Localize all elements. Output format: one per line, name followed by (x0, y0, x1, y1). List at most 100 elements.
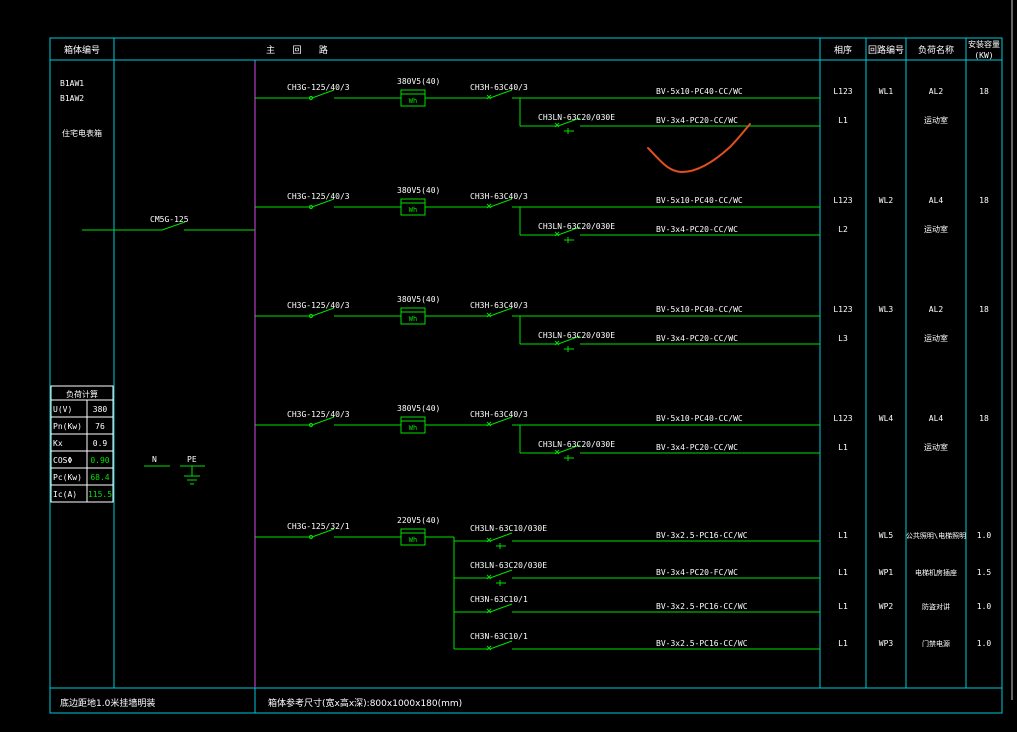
circuit-number: WP2 (879, 602, 894, 611)
sub-load-name: 运动室 (924, 224, 948, 234)
phase-label: L1 (838, 568, 848, 577)
watt-hour-meter-icon: Wh (409, 315, 417, 323)
sub-cable-label: BV-3x4-PC20-CC/WC (656, 334, 738, 343)
sub-load-name: 运动室 (924, 115, 948, 125)
incoming-breaker-label: CH3G-125/40/3 (287, 192, 350, 201)
sub-cable-label: BV-3x4-PC20-CC/WC (656, 116, 738, 125)
calc-label: Ic(A) (53, 490, 77, 499)
sub-cable-label: BV-3x4-PC20-CC/WC (656, 443, 738, 452)
box-type: 住宅电表箱 (62, 128, 102, 138)
branch-switch-label: CH3LN-63C20/030E (470, 561, 547, 570)
header-load-name: 负荷名称 (918, 44, 954, 56)
phase-label: L1 (838, 531, 848, 540)
pe-label: PE (187, 455, 197, 464)
watt-hour-meter-icon: Wh (409, 536, 417, 544)
main-cable-label: BV-5x10-PC40-CC/WC (656, 196, 743, 205)
sub-phase-label: L1 (838, 443, 848, 452)
meter-rating-label: 380V5(40) (397, 404, 440, 413)
calc-value: 76 (95, 422, 105, 431)
meter-rating-label: 380V5(40) (397, 295, 440, 304)
header-circuit-no: 回路编号 (868, 44, 904, 56)
load-name: AL2 (929, 87, 944, 96)
rcd-switch-label: CH3LN-63C20/030E (538, 331, 615, 340)
calc-value: 380 (93, 405, 108, 414)
sub-load-name: 运动室 (924, 442, 948, 452)
main-cable-label: BV-5x10-PC40-CC/WC (656, 414, 743, 423)
main-breaker-label: CM5G-125 (150, 215, 189, 224)
calc-table-title: 负荷计算 (66, 389, 98, 399)
branch-switch-label: CH3LN-63C10/030E (470, 524, 547, 533)
load-name: 公共照明\电梯照明 (906, 531, 966, 540)
header-phase: 相序 (834, 44, 852, 56)
load-name: AL4 (929, 196, 944, 205)
calc-value: 68.4 (90, 473, 109, 482)
sub-load-name: 运动室 (924, 333, 948, 343)
circuit-number: WL5 (879, 531, 894, 540)
branch-cable-label: BV-3x2.5-PC16-CC/WC (656, 531, 748, 540)
branch-cable-label: BV-3x2.5-PC16-CC/WC (656, 602, 748, 611)
branch-cable-label: BV-3x4-PC20-FC/WC (656, 568, 738, 577)
main-cable-label: BV-5x10-PC40-CC/WC (656, 305, 743, 314)
footer-install-note: 底边距地1.0米挂墙明装 (60, 697, 155, 709)
installed-capacity: 18 (979, 414, 989, 423)
load-name: 电梯机房插座 (915, 568, 957, 577)
main-switch-label: CH3H-63C40/3 (470, 301, 528, 310)
installed-capacity: 1.0 (977, 602, 992, 611)
load-name: 门禁电源 (922, 639, 950, 648)
incoming-breaker-label: CH3G-125/40/3 (287, 301, 350, 310)
phase-label: L1 (838, 602, 848, 611)
phase-label: L123 (833, 87, 852, 96)
installed-capacity: 18 (979, 87, 989, 96)
main-switch-label: CH3H-63C40/3 (470, 192, 528, 201)
calc-value: 0.9 (93, 439, 108, 448)
phase-label: L123 (833, 414, 852, 423)
phase-label: L1 (838, 639, 848, 648)
circuit-number: WL2 (879, 196, 894, 205)
calc-label: Kx (53, 439, 63, 448)
box-id-2: B1AW2 (60, 94, 84, 103)
rcd-switch-label: CH3LN-63C20/030E (538, 113, 615, 122)
neutral-label: N (152, 455, 157, 464)
sub-phase-label: L2 (838, 225, 848, 234)
sub-phase-label: L1 (838, 116, 848, 125)
circuit-number: WL1 (879, 87, 894, 96)
header-capacity: 安装容量 (968, 39, 1000, 49)
watt-hour-meter-icon: Wh (409, 424, 417, 432)
circuit-number: WP1 (879, 568, 894, 577)
incoming-breaker-label: CH3G-125/40/3 (287, 83, 350, 92)
calc-value: 115.5 (88, 490, 112, 499)
branch-switch-label: CH3N-63C10/1 (470, 632, 528, 641)
main-cable-label: BV-5x10-PC40-CC/WC (656, 87, 743, 96)
circuit-number: WP3 (879, 639, 894, 648)
main-switch-label: CH3H-63C40/3 (470, 83, 528, 92)
load-name: AL4 (929, 414, 944, 423)
distribution-box-schematic: 箱体编号 主 回 路 相序 回路编号 负荷名称 安装容量 (KW) B1AW1 … (0, 0, 1017, 732)
installed-capacity: 1.5 (977, 568, 992, 577)
installed-capacity: 1.0 (977, 639, 992, 648)
installed-capacity: 1.0 (977, 531, 992, 540)
header-box-number: 箱体编号 (64, 44, 100, 56)
branch-switch-label: CH3N-63C10/1 (470, 595, 528, 604)
footer-box-size: 箱体参考尺寸(宽x高x深):800x1000x180(mm) (268, 697, 462, 709)
rcd-switch-label: CH3LN-63C20/030E (538, 222, 615, 231)
watt-hour-meter-icon: Wh (409, 97, 417, 105)
main-switch-label: CH3H-63C40/3 (470, 410, 528, 419)
meter-rating-label: 220V5(40) (397, 516, 440, 525)
branch-cable-label: BV-3x2.5-PC16-CC/WC (656, 639, 748, 648)
calc-value: 0.90 (90, 456, 109, 465)
incoming-breaker-label: CH3G-125/32/1 (287, 522, 350, 531)
meter-rating-label: 380V5(40) (397, 77, 440, 86)
header-capacity-unit: (KW) (974, 51, 993, 60)
meter-rating-label: 380V5(40) (397, 186, 440, 195)
sub-phase-label: L3 (838, 334, 848, 343)
incoming-breaker-label: CH3G-125/40/3 (287, 410, 350, 419)
canvas-background (0, 0, 1017, 732)
calc-label: COSΦ (53, 456, 72, 465)
phase-label: L123 (833, 196, 852, 205)
circuit-number: WL4 (879, 414, 894, 423)
installed-capacity: 18 (979, 196, 989, 205)
calc-label: Pc(Kw) (53, 473, 82, 482)
sub-cable-label: BV-3x4-PC20-CC/WC (656, 225, 738, 234)
installed-capacity: 18 (979, 305, 989, 314)
circuit-number: WL3 (879, 305, 894, 314)
